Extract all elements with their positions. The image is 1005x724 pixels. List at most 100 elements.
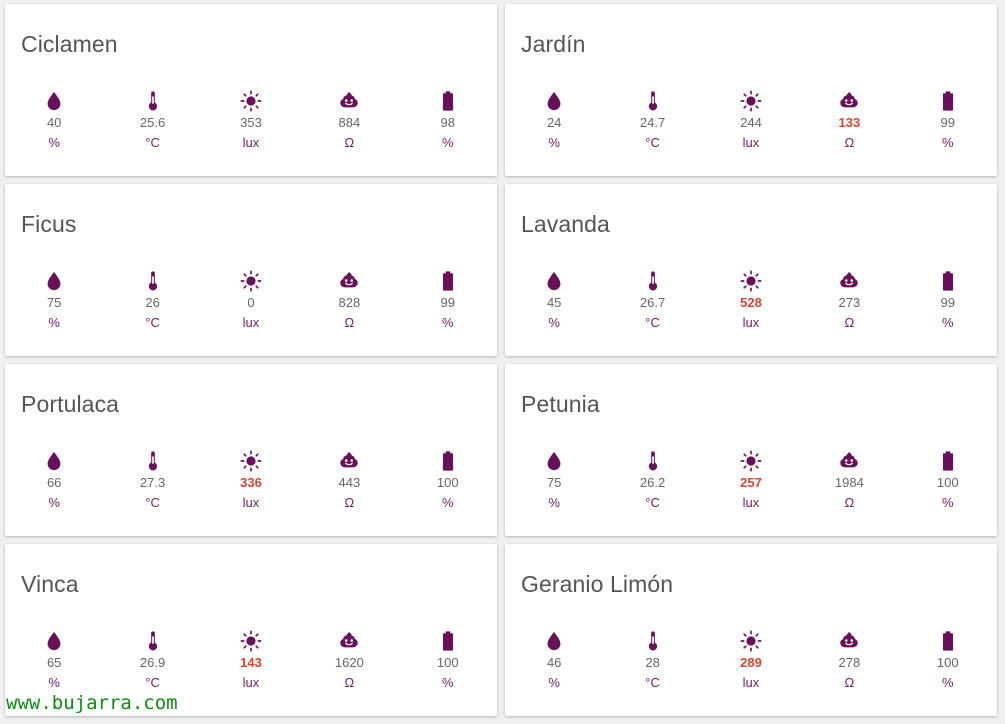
sensor-water-drop[interactable]: 75%: [19, 270, 89, 331]
sensor-thermometer[interactable]: 26.7 °C: [618, 270, 688, 331]
sensor-sun[interactable]: 353 lux: [216, 90, 286, 151]
sensor-unit: %: [941, 495, 954, 510]
sensor-poop[interactable]: 884 Ω: [314, 90, 384, 151]
sensor-value: 27.3: [139, 475, 166, 490]
sun-icon: [216, 450, 286, 472]
sensor-value: 1620: [334, 655, 364, 670]
sensor-sun[interactable]: 289 lux: [716, 630, 786, 691]
sensor-unit: %: [441, 675, 454, 690]
battery-icon: [413, 90, 483, 112]
sensor-water-drop[interactable]: 45%: [519, 270, 589, 331]
sensor-poop[interactable]: 1620 Ω: [314, 630, 384, 691]
plant-card-5[interactable]: Petunia 75% 26.2 °C 257 lux 1984 Ω 100%: [505, 364, 997, 536]
sensor-battery[interactable]: 100%: [913, 450, 983, 511]
sensor-battery[interactable]: 98%: [413, 90, 483, 151]
plant-cards-grid: Ciclamen 40% 25.6 °C 353 lux 884 Ω 98% Jardín 2…: [5, 4, 997, 716]
sensor-value: 46: [546, 655, 562, 670]
sensor-poop[interactable]: 828 Ω: [314, 270, 384, 331]
sensor-value: 278: [838, 655, 861, 670]
sensor-value: 100: [936, 475, 959, 490]
sensor-thermometer[interactable]: 27.3 °C: [118, 450, 188, 511]
sensor-value: 828: [338, 295, 361, 310]
sensor-thermometer[interactable]: 26 °C: [118, 270, 188, 331]
sensor-value: 1984: [834, 475, 864, 490]
sensor-thermometer[interactable]: 25.6 °C: [118, 90, 188, 151]
sensor-poop[interactable]: 273 Ω: [814, 270, 884, 331]
poop-icon: [314, 450, 384, 472]
sensor-water-drop[interactable]: 75%: [519, 450, 589, 511]
plant-card-1[interactable]: Jardín 24% 24.7 °C 244 lux 133 Ω 99%: [505, 4, 997, 176]
sensor-sun[interactable]: 143 lux: [216, 630, 286, 691]
sensor-unit: Ω: [844, 495, 855, 510]
sensor-thermometer[interactable]: 26.9 °C: [118, 630, 188, 691]
battery-icon: [913, 450, 983, 472]
sensor-water-drop[interactable]: 65%: [19, 630, 89, 691]
plant-card-6[interactable]: Vinca 65% 26.9 °C 143 lux 1620 Ω 100%: [5, 544, 497, 716]
water-drop-icon: [519, 270, 589, 292]
plant-card-7[interactable]: Geranio Limón 46% 28 °C 289 lux 278 Ω 100%: [505, 544, 997, 716]
sensor-unit: %: [48, 675, 60, 690]
sensor-water-drop[interactable]: 46%: [519, 630, 589, 691]
sensor-thermometer[interactable]: 28 °C: [618, 630, 688, 691]
battery-icon: [413, 450, 483, 472]
sensor-poop[interactable]: 278 Ω: [814, 630, 884, 691]
sensor-water-drop[interactable]: 40%: [19, 90, 89, 151]
plant-card-0[interactable]: Ciclamen 40% 25.6 °C 353 lux 884 Ω 98%: [5, 4, 497, 176]
sensor-row: 40% 25.6 °C 353 lux 884 Ω 98%: [5, 90, 497, 151]
sensor-thermometer[interactable]: 24.7 °C: [618, 90, 688, 151]
sensor-unit: %: [941, 675, 954, 690]
sensor-unit: °C: [645, 135, 660, 150]
sensor-sun[interactable]: 528 lux: [716, 270, 786, 331]
sensor-sun[interactable]: 336 lux: [216, 450, 286, 511]
water-drop-icon: [519, 450, 589, 472]
sensor-unit: lux: [242, 495, 260, 510]
sensor-unit: lux: [742, 315, 760, 330]
poop-icon: [314, 630, 384, 652]
sensor-value: 0: [247, 295, 255, 310]
sensor-poop[interactable]: 1984 Ω: [814, 450, 884, 511]
sensor-water-drop[interactable]: 24%: [519, 90, 589, 151]
sensor-sun[interactable]: 257 lux: [716, 450, 786, 511]
sensor-sun[interactable]: 0 lux: [216, 270, 286, 331]
sensor-unit: lux: [742, 135, 760, 150]
sensor-unit: %: [441, 495, 454, 510]
sensor-thermometer[interactable]: 26.2 °C: [618, 450, 688, 511]
sensor-value: 26.7: [639, 295, 666, 310]
sensor-value: 884: [338, 115, 361, 130]
thermometer-icon: [618, 270, 688, 292]
sensor-battery[interactable]: 100%: [913, 630, 983, 691]
plant-name: Jardín: [521, 31, 586, 57]
sensor-sun[interactable]: 244 lux: [716, 90, 786, 151]
plant-card-2[interactable]: Ficus 75% 26 °C 0 lux 828 Ω 99%: [5, 184, 497, 356]
sensor-unit: °C: [145, 135, 160, 150]
sun-icon: [716, 270, 786, 292]
sensor-value: 24: [546, 115, 562, 130]
thermometer-icon: [118, 90, 188, 112]
thermometer-icon: [118, 450, 188, 472]
sensor-poop[interactable]: 133 Ω: [814, 90, 884, 151]
sensor-unit: %: [548, 495, 560, 510]
sensor-value: 24.7: [639, 115, 666, 130]
sensor-unit: %: [548, 675, 560, 690]
battery-icon: [913, 630, 983, 652]
sensor-battery[interactable]: 99%: [913, 90, 983, 151]
sensor-battery[interactable]: 99%: [913, 270, 983, 331]
sensor-unit: °C: [145, 315, 160, 330]
sensor-value: 143: [240, 655, 262, 670]
sensor-poop[interactable]: 443 Ω: [314, 450, 384, 511]
plant-card-4[interactable]: Portulaca 66% 27.3 °C 336 lux 443 Ω 100%: [5, 364, 497, 536]
poop-icon: [314, 270, 384, 292]
plant-card-3[interactable]: Lavanda 45% 26.7 °C 528 lux 273 Ω 99%: [505, 184, 997, 356]
sensor-value: 244: [740, 115, 762, 130]
water-drop-icon: [519, 90, 589, 112]
battery-icon: [413, 630, 483, 652]
sensor-water-drop[interactable]: 66%: [19, 450, 89, 511]
water-drop-icon: [519, 630, 589, 652]
sun-icon: [216, 270, 286, 292]
battery-icon: [413, 270, 483, 292]
sensor-battery[interactable]: 100%: [413, 450, 483, 511]
sensor-battery[interactable]: 100%: [413, 630, 483, 691]
sensor-value: 26: [145, 295, 160, 310]
sensor-battery[interactable]: 99%: [413, 270, 483, 331]
water-drop-icon: [19, 270, 89, 292]
